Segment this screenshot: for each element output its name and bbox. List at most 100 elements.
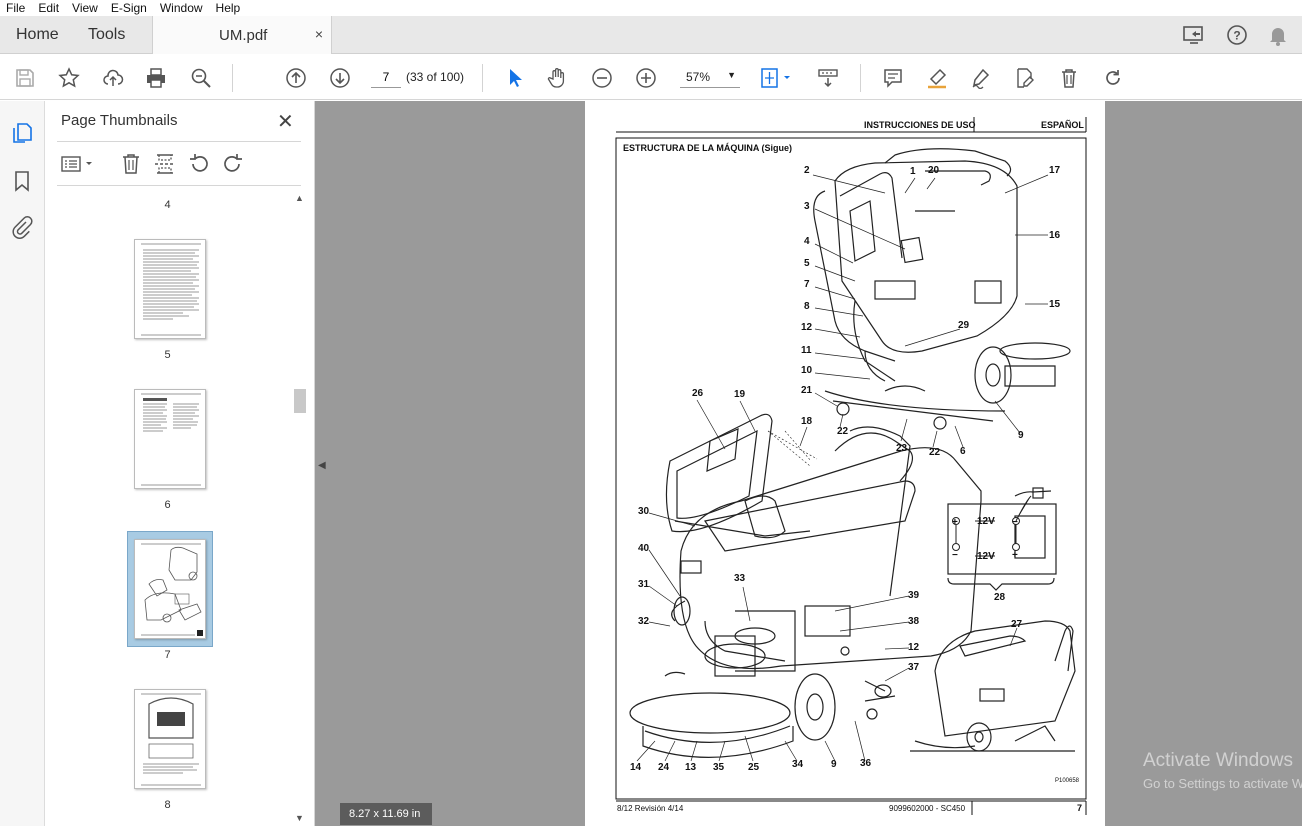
thumbnail-page-8[interactable]: [134, 689, 206, 789]
menu-edit[interactable]: Edit: [38, 1, 59, 15]
scroll-down-arrow-icon[interactable]: ▼: [295, 813, 304, 823]
main-toolbar: [0, 55, 1302, 100]
page-footer-revision: 8/12 Revisión 4/14: [617, 804, 684, 813]
zoom-select[interactable]: 57% ▼: [680, 66, 740, 88]
delete-page-icon[interactable]: [118, 151, 144, 177]
menu-view[interactable]: View: [72, 1, 98, 15]
page-thumbnails-icon[interactable]: [10, 121, 34, 145]
callout-label: 2: [804, 165, 810, 176]
callout-label: 38: [908, 616, 920, 627]
callout-label: 18: [801, 416, 813, 427]
collapse-panel-arrow-icon[interactable]: ◀: [318, 460, 326, 471]
print-icon[interactable]: [143, 65, 169, 91]
save-icon[interactable]: [12, 65, 38, 91]
battery-plus-label: +: [952, 517, 958, 528]
callout-label: 12: [908, 642, 920, 653]
upload-cloud-icon[interactable]: [100, 65, 126, 91]
scroll-mode-icon[interactable]: [815, 65, 841, 91]
bookmark-star-icon[interactable]: [56, 65, 82, 91]
figure-code: P100658: [1055, 778, 1080, 784]
navigation-rail: [0, 101, 45, 826]
thumbnail-page-7-selected[interactable]: [134, 539, 206, 639]
callout-label: 29: [958, 320, 970, 331]
menu-help[interactable]: Help: [216, 1, 241, 15]
callout-label: 35: [713, 762, 725, 773]
thumbnail-page-6[interactable]: [134, 389, 206, 489]
battery-plus-label: +: [1012, 550, 1018, 561]
callout-label: 23: [896, 443, 908, 454]
page-size-indicator: 8.27 x 11.69 in: [340, 803, 432, 825]
activation-watermark-title: Activate Windows: [1143, 750, 1293, 771]
close-panel-icon[interactable]: ✕: [277, 109, 294, 134]
zoom-search-icon[interactable]: [188, 65, 214, 91]
battery-voltage-label: 12V: [977, 551, 995, 562]
zoom-out-icon[interactable]: [589, 65, 615, 91]
callout-label: 5: [804, 258, 810, 269]
share-screen-icon[interactable]: [1182, 24, 1206, 46]
thumbnail-scrollbar[interactable]: [293, 193, 307, 826]
attachments-paperclip-icon[interactable]: [10, 215, 34, 239]
thumbnail-label: 7: [164, 649, 171, 661]
callout-label: 37: [908, 662, 920, 673]
callout-label: 36: [860, 758, 872, 769]
thumbnail-label: 4: [164, 199, 171, 211]
scroll-up-arrow-icon[interactable]: ▲: [295, 193, 304, 203]
thumbnail-list: 4 5 6 7 8: [45, 193, 290, 826]
page-number-input[interactable]: [371, 66, 401, 88]
bookmarks-icon[interactable]: [10, 169, 34, 193]
thumbnail-label: 6: [164, 499, 171, 511]
tab-tools[interactable]: Tools: [88, 26, 125, 44]
comment-icon[interactable]: [880, 65, 906, 91]
callout-label: 27: [1011, 619, 1023, 630]
callout-label: 25: [748, 762, 760, 773]
thumbnail-page-5[interactable]: [134, 239, 206, 339]
panel-title: Page Thumbnails: [61, 112, 178, 129]
callout-label: 34: [792, 759, 804, 770]
callout-label: 6: [960, 446, 966, 457]
rotate-clockwise-icon[interactable]: [220, 151, 246, 177]
battery-minus-label: −: [1012, 517, 1018, 528]
callout-label: 26: [692, 388, 704, 399]
notifications-bell-icon[interactable]: [1266, 24, 1290, 46]
menu-esign[interactable]: E-Sign: [111, 1, 147, 15]
extract-page-icon[interactable]: [152, 151, 178, 177]
callout-label: 22: [837, 426, 849, 437]
select-cursor-icon[interactable]: [502, 65, 528, 91]
page-count-label: (33 of 100): [406, 70, 465, 84]
next-page-icon[interactable]: [327, 65, 353, 91]
draw-sign-icon[interactable]: [968, 65, 994, 91]
callout-label: 8: [804, 301, 810, 312]
callout-label: 15: [1049, 299, 1061, 310]
battery-voltage-label: 12V: [977, 516, 995, 527]
tab-bar: Home Tools UM.pdf × ?: [0, 16, 1302, 54]
page-footer-number: 7: [1077, 803, 1083, 813]
document-tab-label: UM.pdf: [219, 27, 268, 44]
fit-page-dropdown-icon[interactable]: [758, 65, 798, 91]
close-tab-icon[interactable]: ×: [315, 26, 323, 42]
menu-file[interactable]: File: [6, 1, 25, 15]
help-icon[interactable]: ?: [1225, 24, 1249, 46]
rotate-icon[interactable]: [1100, 65, 1126, 91]
tab-document[interactable]: UM.pdf ×: [152, 16, 332, 54]
callout-label: 21: [801, 385, 813, 396]
hand-pan-icon[interactable]: [545, 65, 571, 91]
previous-page-icon[interactable]: [283, 65, 309, 91]
page-thumbnails-panel: Page Thumbnails ✕ 4 5 6 7 8 ▲ ▼: [45, 101, 315, 826]
edit-document-icon[interactable]: [1012, 65, 1038, 91]
highlight-pen-icon[interactable]: [924, 65, 950, 91]
delete-trash-icon[interactable]: [1056, 65, 1082, 91]
callout-label: 22: [929, 447, 941, 458]
callout-label: 33: [734, 573, 746, 584]
chevron-down-icon: ▼: [727, 70, 736, 80]
tab-home[interactable]: Home: [16, 26, 59, 44]
callout-label: 9: [1018, 430, 1024, 441]
thumbnail-scroll-thumb[interactable]: [294, 389, 306, 413]
callout-label: 39: [908, 590, 920, 601]
menu-window[interactable]: Window: [160, 1, 203, 15]
zoom-in-icon[interactable]: [633, 65, 659, 91]
thumbnail-options-icon[interactable]: [59, 151, 97, 177]
callout-label: 9: [831, 759, 837, 770]
rotate-counterclockwise-icon[interactable]: [186, 151, 212, 177]
pdf-page: INSTRUCCIONES DE USO ESPAÑOL ESTRUCTURA …: [585, 101, 1105, 826]
callout-label: 19: [734, 389, 746, 400]
